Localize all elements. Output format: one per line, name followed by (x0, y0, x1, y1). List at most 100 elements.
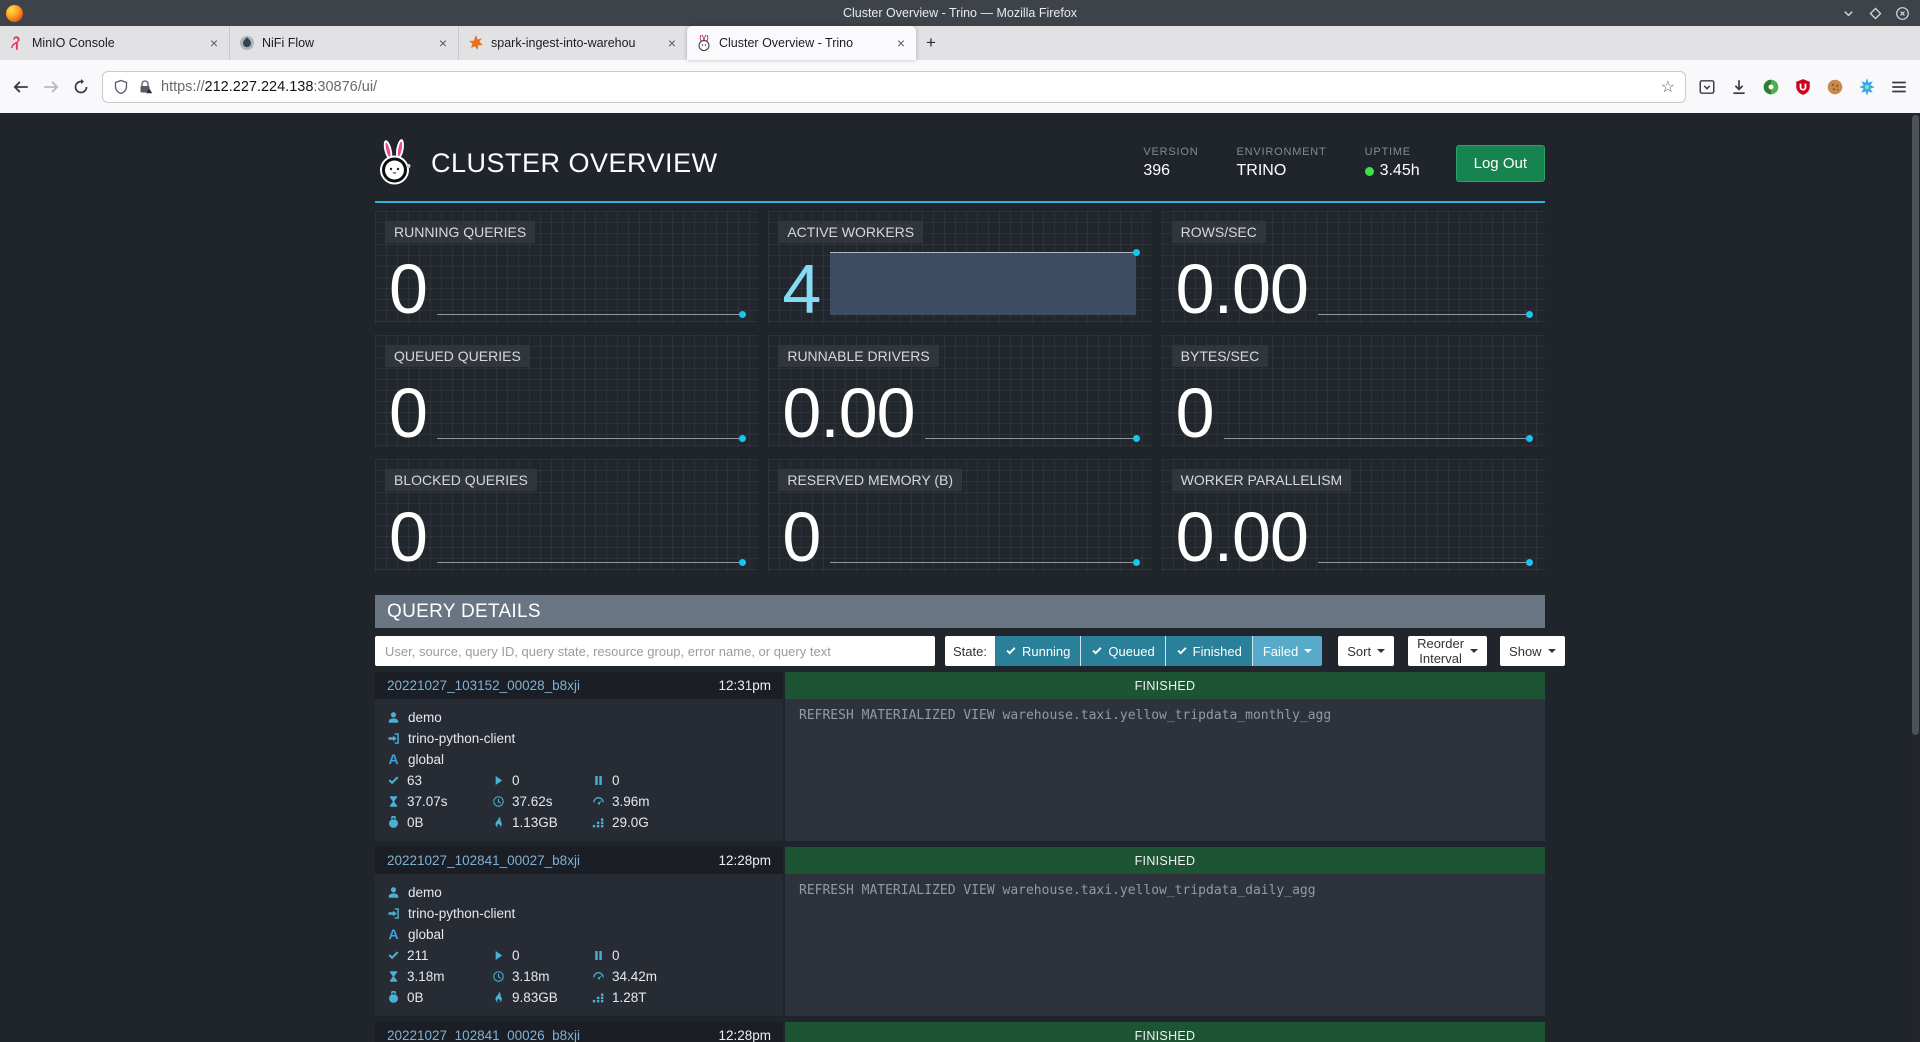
stat-tile-worker-parallelism: WORKER PARALLELISM 0.00 (1162, 459, 1545, 571)
forward-button[interactable] (42, 78, 60, 96)
url-scheme: https:// (161, 79, 205, 95)
bookmark-star-icon[interactable]: ☆ (1661, 77, 1675, 97)
query-source: trino-python-client (408, 906, 515, 921)
elapsed-time: 37.62s (512, 794, 553, 809)
wall-time: 37.07s (407, 794, 448, 809)
window-titlebar: Cluster Overview - Trino — Mozilla Firef… (0, 0, 1920, 26)
download-icon[interactable] (1730, 78, 1748, 96)
current-memory: 0B (407, 990, 424, 1005)
query-summary-panel: demo trino-python-client Aglobal 63 0 0 … (375, 699, 783, 841)
privacy-extension-icon[interactable] (1762, 78, 1780, 96)
ublock-origin-icon[interactable] (1794, 78, 1812, 96)
queued-splits-icon (592, 774, 605, 787)
close-button[interactable] (1895, 6, 1910, 21)
state-filter-failed[interactable]: Failed (1253, 636, 1322, 666)
state-filter-label: Queued (1108, 644, 1154, 659)
tab-close-icon[interactable]: × (437, 35, 449, 51)
tracking-shield-icon[interactable] (113, 79, 129, 95)
running-splits-icon (492, 774, 505, 787)
current-memory: 0B (407, 815, 424, 830)
spark-favicon-icon (468, 35, 484, 51)
wall-time-icon (387, 970, 400, 983)
tab-nifi-flow[interactable]: NiFi Flow × (229, 26, 458, 60)
url-host: 212.227.224.138 (205, 79, 314, 95)
sparkline-dot (1526, 435, 1533, 442)
sparkline-dot (1133, 559, 1140, 566)
stat-value: 0 (1176, 386, 1214, 440)
state-label: State: (945, 636, 995, 666)
sparkline-chart (437, 376, 746, 440)
peak-memory-icon (492, 816, 505, 829)
tab-minio-console[interactable]: MinIO Console × (0, 26, 229, 60)
starburst-extension-icon[interactable] (1858, 78, 1876, 96)
page-title: CLUSTER OVERVIEW (431, 148, 718, 179)
query-header: 20221027_102841_00026_b8xji 12:28pm (375, 1022, 783, 1042)
sparkline-chart (1318, 252, 1533, 316)
url-suffix: :30876/ui/ (313, 79, 377, 95)
query-time: 12:28pm (718, 1028, 771, 1042)
back-button[interactable] (12, 78, 30, 96)
sparkline-chart (1224, 376, 1533, 440)
check-icon (1091, 645, 1103, 657)
url-bar[interactable]: https://212.227.224.138:30876/ui/ ☆ (102, 71, 1686, 103)
query-text: REFRESH MATERIALIZED VIEW warehouse.taxi… (785, 874, 1545, 1016)
stats-grid: RUNNING QUERIES 0 ACTIVE WORKERS 4 ROWS/… (375, 211, 1545, 571)
query-header: 20221027_103152_00028_b8xji 12:31pm (375, 672, 783, 699)
reorder-interval-button[interactable]: Reorder Interval (1408, 636, 1487, 666)
tab-spark-ingest-into-warehou[interactable]: spark-ingest-into-warehou × (458, 26, 687, 60)
query-row: 20221027_103152_00028_b8xji 12:31pm FINI… (375, 672, 1545, 841)
stat-label: BYTES/SEC (1172, 345, 1269, 367)
state-filter-queued[interactable]: Queued (1081, 636, 1165, 666)
stat-value: 0 (389, 262, 427, 316)
stat-label: RESERVED MEMORY (B) (778, 469, 962, 491)
lock-warning-icon[interactable] (137, 79, 153, 95)
page-scrollbar[interactable] (1911, 113, 1920, 1042)
stat-label: BLOCKED QUERIES (385, 469, 537, 491)
cookie-extension-icon[interactable] (1826, 78, 1844, 96)
state-filter-finished[interactable]: Finished (1166, 636, 1253, 666)
show-button[interactable]: Show (1500, 636, 1565, 666)
cpu-time-icon (592, 970, 605, 983)
running-splits: 0 (512, 773, 520, 788)
tab-close-icon[interactable]: × (666, 35, 678, 51)
state-filter-label: Failed (1263, 644, 1298, 659)
tab-label: Cluster Overview - Trino (719, 36, 888, 50)
query-user: demo (408, 885, 442, 900)
stat-value: 0.00 (1176, 262, 1308, 316)
resource-group-icon: A (387, 753, 400, 766)
query-search-input[interactable] (375, 636, 935, 666)
query-id-link[interactable]: 20221027_102841_00027_b8xji (387, 853, 580, 868)
query-id-link[interactable]: 20221027_102841_00026_b8xji (387, 1028, 580, 1042)
stat-tile-blocked-queries: BLOCKED QUERIES 0 (375, 459, 758, 571)
query-details-title: QUERY DETAILS (375, 595, 1545, 628)
tab-cluster-overview-trino[interactable]: Cluster Overview - Trino × (687, 26, 916, 60)
tab-close-icon[interactable]: × (895, 35, 907, 51)
environment-info: ENVIRONMENT TRINO (1236, 146, 1326, 180)
sparkline-chart (437, 252, 746, 316)
sort-button[interactable]: Sort (1338, 636, 1394, 666)
elapsed-time: 3.18m (512, 969, 550, 984)
stat-label: QUEUED QUERIES (385, 345, 530, 367)
state-filter-label: Running (1022, 644, 1070, 659)
scrollbar-thumb[interactable] (1912, 115, 1919, 735)
stat-label: WORKER PARALLELISM (1172, 469, 1352, 491)
state-filter-running[interactable]: Running (995, 636, 1081, 666)
completed-splits-icon (387, 949, 400, 962)
sparkline-dot (739, 311, 746, 318)
minimize-button[interactable] (1841, 6, 1856, 21)
new-tab-button[interactable]: + (916, 26, 946, 60)
tab-label: MinIO Console (32, 36, 201, 50)
maximize-button[interactable] (1868, 6, 1883, 21)
version-info: VERSION 396 (1143, 146, 1198, 180)
uptime-label: UPTIME (1365, 146, 1420, 158)
logout-button[interactable]: Log Out (1456, 145, 1545, 182)
query-id-link[interactable]: 20221027_103152_00028_b8xji (387, 678, 580, 693)
menu-icon[interactable] (1890, 78, 1908, 96)
save-page-icon[interactable] (1698, 78, 1716, 96)
toolbar-icons (1698, 78, 1908, 96)
stat-value: 0.00 (1176, 510, 1308, 564)
cumulative-memory-icon (592, 991, 605, 1004)
cpu-time-icon (592, 795, 605, 808)
reload-button[interactable] (72, 78, 90, 96)
tab-close-icon[interactable]: × (208, 35, 220, 51)
